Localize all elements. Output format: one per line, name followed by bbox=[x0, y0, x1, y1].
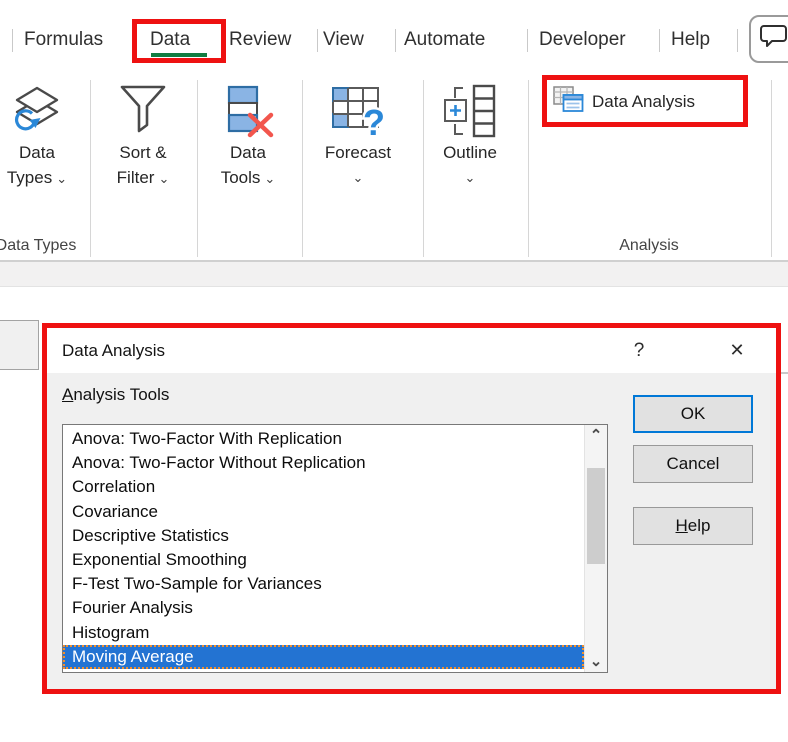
chevron-down-icon: ⌄ bbox=[264, 171, 275, 186]
chevron-down-icon: ⌄ bbox=[158, 171, 169, 186]
tab-separator bbox=[12, 29, 13, 52]
group-label-data-types: Data Types bbox=[0, 237, 92, 255]
group-label-analysis: Analysis bbox=[589, 237, 709, 255]
group-separator bbox=[197, 80, 198, 257]
group-separator bbox=[423, 80, 424, 257]
forecast-icon: ? bbox=[330, 82, 386, 140]
button-label: Types bbox=[7, 168, 52, 187]
dialog-titlebar[interactable]: Data Analysis ? ✕ bbox=[47, 328, 776, 373]
button-label: Forecast bbox=[325, 140, 391, 165]
chevron-down-icon: ⌄ bbox=[353, 165, 364, 190]
accelerator-letter: H bbox=[676, 516, 688, 536]
button-label: Filter bbox=[117, 168, 155, 187]
dialog-title: Data Analysis bbox=[62, 328, 165, 373]
button-label: Outline bbox=[443, 140, 497, 165]
worksheet-fragment bbox=[0, 320, 39, 370]
tab-formulas[interactable]: Formulas bbox=[24, 18, 103, 62]
list-item[interactable]: Covariance bbox=[63, 500, 584, 524]
data-analysis-icon bbox=[553, 86, 584, 118]
ok-button[interactable]: OK bbox=[633, 395, 753, 433]
button-label: Tools bbox=[221, 168, 261, 187]
list-item[interactable]: Exponential Smoothing bbox=[63, 548, 584, 572]
ribbon-lower-strip bbox=[0, 262, 788, 287]
analysis-tools-listbox[interactable]: Anova: Two-Factor With Replication Anova… bbox=[62, 424, 608, 673]
comments-button[interactable] bbox=[749, 15, 788, 63]
data-analysis-button[interactable]: Data Analysis bbox=[553, 84, 695, 120]
active-tab-underline bbox=[151, 53, 207, 57]
outline-icon bbox=[442, 82, 498, 140]
scroll-down-arrow-icon[interactable]: ⌄ bbox=[585, 649, 607, 671]
list-item[interactable]: Fourier Analysis bbox=[63, 596, 584, 620]
scroll-up-arrow-icon[interactable]: ⌃ bbox=[585, 426, 607, 448]
dialog-close-button[interactable]: ✕ bbox=[709, 334, 765, 367]
outline-button[interactable]: Outline ⌄ bbox=[422, 80, 518, 238]
tab-help[interactable]: Help bbox=[671, 18, 710, 62]
tab-automate[interactable]: Automate bbox=[404, 18, 485, 62]
forecast-button[interactable]: ? Forecast ⌄ bbox=[310, 80, 406, 238]
tab-review[interactable]: Review bbox=[229, 18, 291, 62]
group-separator bbox=[771, 80, 772, 257]
data-tools-button[interactable]: Data Tools⌄ bbox=[200, 80, 296, 238]
analysis-tools-label: Analysis Tools bbox=[62, 385, 169, 405]
list-item[interactable]: Descriptive Statistics bbox=[63, 524, 584, 548]
cancel-button[interactable]: Cancel bbox=[633, 445, 753, 483]
excel-window: Formulas Data Review View Automate Devel… bbox=[0, 0, 788, 742]
list-item[interactable]: Anova: Two-Factor Without Replication bbox=[63, 451, 584, 475]
data-tools-icon bbox=[219, 82, 277, 140]
scrollbar-thumb[interactable] bbox=[587, 468, 605, 564]
data-analysis-dialog: Data Analysis ? ✕ Analysis Tools Anova: … bbox=[42, 323, 781, 694]
tab-separator bbox=[527, 29, 528, 52]
list-item-selected[interactable]: Moving Average bbox=[63, 645, 584, 669]
group-separator bbox=[528, 80, 529, 257]
list-item[interactable]: Anova: Two-Factor With Replication bbox=[63, 427, 584, 451]
sort-filter-funnel-icon bbox=[119, 82, 167, 140]
tab-developer[interactable]: Developer bbox=[539, 18, 626, 62]
tab-separator bbox=[737, 29, 738, 52]
sort-filter-button[interactable]: Sort & Filter⌄ bbox=[95, 80, 191, 238]
list-item[interactable]: Histogram bbox=[63, 621, 584, 645]
chevron-down-icon: ⌄ bbox=[56, 171, 67, 186]
chevron-down-icon: ⌄ bbox=[465, 165, 476, 190]
label-text: nalysis Tools bbox=[73, 385, 169, 404]
listbox-scrollbar[interactable]: ⌃ ⌄ bbox=[584, 425, 607, 672]
tab-view[interactable]: View bbox=[323, 18, 364, 62]
data-types-icon bbox=[11, 82, 63, 140]
data-types-button[interactable]: Data Types ⌄ bbox=[0, 80, 85, 238]
svg-text:?: ? bbox=[363, 102, 385, 138]
tab-separator bbox=[659, 29, 660, 52]
help-button[interactable]: Help bbox=[633, 507, 753, 545]
listbox-items: Anova: Two-Factor With Replication Anova… bbox=[63, 427, 584, 669]
label-text: elp bbox=[688, 516, 711, 536]
comment-bubble-icon bbox=[760, 24, 788, 55]
data-analysis-label: Data Analysis bbox=[592, 92, 695, 112]
list-item[interactable]: F-Test Two-Sample for Variances bbox=[63, 572, 584, 596]
button-label: Data bbox=[19, 140, 55, 165]
accelerator-letter: A bbox=[62, 385, 73, 404]
list-item[interactable]: Correlation bbox=[63, 475, 584, 499]
tab-separator bbox=[317, 29, 318, 52]
button-label: Sort & bbox=[119, 140, 166, 165]
group-separator bbox=[302, 80, 303, 257]
group-separator bbox=[90, 80, 91, 257]
button-label: Data bbox=[230, 140, 266, 165]
tab-separator bbox=[395, 29, 396, 52]
dialog-body: Analysis Tools Anova: Two-Factor With Re… bbox=[47, 373, 776, 689]
dialog-help-button[interactable]: ? bbox=[621, 334, 657, 367]
worksheet-gridline bbox=[781, 372, 788, 374]
